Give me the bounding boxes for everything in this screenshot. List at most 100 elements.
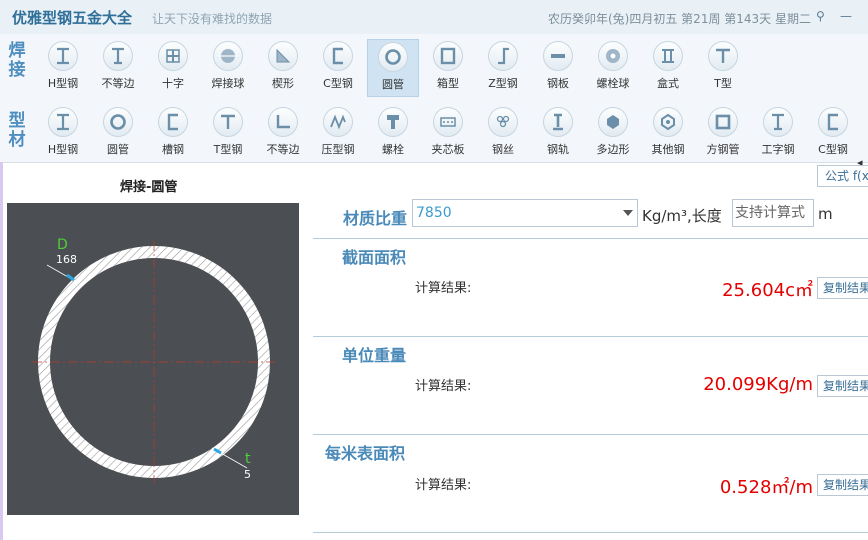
density-select[interactable]: 7850 — [412, 199, 638, 227]
tool-label: 螺栓 — [382, 143, 404, 156]
welded-tool-wedge[interactable]: 楔形 — [257, 39, 309, 97]
tube-cross-section-svg: D 168 t 5 — [32, 237, 275, 483]
tool-label: 钢轨 — [547, 143, 569, 156]
welded-tool-bolt-ball[interactable]: 螺栓球 — [587, 39, 639, 97]
profile-tool-polygon[interactable]: 多边形 — [587, 105, 639, 163]
profile-tool-wire[interactable]: 钢丝 — [477, 105, 529, 163]
date-info: 农历癸卯年(兔)四月初五 第21周 第143天 星期二 — [548, 12, 811, 26]
result-label-surface: 计算结果: — [415, 478, 472, 493]
pin-icon[interactable]: ⚲ — [816, 9, 825, 23]
sphere-icon — [213, 41, 243, 71]
density-label: 材质比重 — [343, 209, 408, 228]
section-divider — [313, 238, 868, 239]
tool-label: 螺栓球 — [596, 77, 630, 90]
section-title-surface: 每米表面积 — [325, 444, 406, 463]
tool-label: 压型钢 — [321, 143, 355, 156]
density-unit: Kg/m³,长度 — [642, 207, 722, 225]
h-beam-icon — [48, 41, 78, 71]
tool-label: 工字钢 — [761, 143, 795, 156]
angle-icon — [268, 107, 298, 137]
tool-label: 圆管 — [107, 143, 129, 156]
welded-tool-round-tube[interactable]: 圆管 — [367, 39, 419, 97]
cross-icon — [158, 41, 188, 71]
round-tube-icon — [103, 107, 133, 137]
welded-tool-box[interactable]: 箱型 — [422, 39, 474, 97]
drawing-title: 焊接-圆管 — [120, 180, 178, 195]
profile-tool-c-channel[interactable]: C型钢 — [807, 105, 859, 163]
profile-tool-other[interactable]: 其他钢 — [642, 105, 694, 163]
c-channel-icon — [323, 41, 353, 71]
tool-label: 盒式 — [657, 77, 679, 90]
welded-tool-i-beam[interactable]: 不等边 — [92, 39, 144, 97]
copy-result-area-button[interactable]: 复制结果 — [817, 277, 868, 299]
z-section-icon — [488, 41, 518, 71]
result-value-area: 25.604c㎡ — [722, 280, 813, 301]
i-beam-icon — [103, 41, 133, 71]
tool-label: H型钢 — [47, 77, 79, 90]
tool-label: 夹芯板 — [431, 143, 465, 156]
profile-tool-sandwich[interactable]: 夹芯板 — [422, 105, 474, 163]
welded-tool-t-section[interactable]: T型 — [697, 39, 749, 97]
welded-tool-box-double[interactable]: 盒式 — [642, 39, 694, 97]
tool-label: 钢板 — [547, 77, 569, 90]
profile-tool-corrugated[interactable]: 压型钢 — [312, 105, 364, 163]
i-beam-icon — [763, 107, 793, 137]
bolt-ball-icon — [598, 41, 628, 71]
profile-tool-h-beam[interactable]: H型钢 — [37, 105, 89, 163]
welded-tool-c-channel[interactable]: C型钢 — [312, 39, 364, 97]
tool-label: 圆管 — [382, 78, 404, 91]
length-unit: m — [818, 205, 833, 223]
square-tube-icon — [708, 107, 738, 137]
profile-tool-square-tube[interactable]: 方钢管 — [697, 105, 749, 163]
profile-tool-bolt[interactable]: 螺栓 — [367, 105, 419, 163]
profile-tool-rail[interactable]: 钢轨 — [532, 105, 584, 163]
diameter-symbol: D — [57, 237, 68, 253]
welded-tool-h-beam[interactable]: H型钢 — [37, 39, 89, 97]
row-label-profiles: 型材 — [8, 111, 26, 150]
app-slogan: 让天下没有难找的数据 — [152, 12, 273, 26]
section-divider — [313, 434, 868, 435]
diameter-value: 168 — [56, 253, 77, 266]
box-icon — [433, 41, 463, 71]
profile-tool-i-beam[interactable]: 工字钢 — [752, 105, 804, 163]
tool-label: 不等边 — [266, 143, 300, 156]
tool-label: 方钢管 — [706, 143, 740, 156]
tool-label: T型 — [714, 77, 732, 90]
diameter-marker — [66, 273, 75, 282]
welded-tool-cross[interactable]: 十字 — [147, 39, 199, 97]
c-channel-icon — [158, 107, 188, 137]
tool-label: C型钢 — [323, 77, 353, 90]
other-icon — [653, 107, 683, 137]
polygon-icon — [598, 107, 628, 137]
section-divider — [313, 336, 868, 337]
welded-tool-plate[interactable]: 钢板 — [532, 39, 584, 97]
title-bar: 优雅型钢五金大全 让天下没有难找的数据 农历癸卯年(兔)四月初五 第21周 第1… — [0, 0, 868, 35]
tool-label: Z型钢 — [488, 77, 518, 90]
formula-button[interactable]: 公式 f(x) — [817, 165, 868, 187]
profile-tool-c-channel[interactable]: 槽钢 — [147, 105, 199, 163]
welded-tool-z-section[interactable]: Z型钢 — [477, 39, 529, 97]
copy-result-weight-button[interactable]: 复制结果 — [817, 375, 868, 397]
copy-result-surface-button[interactable]: 复制结果 — [817, 474, 868, 496]
wedge-icon — [268, 41, 298, 71]
welded-tool-sphere[interactable]: 焊接球 — [202, 39, 254, 97]
tool-label: 箱型 — [437, 77, 459, 90]
wire-icon — [488, 107, 518, 137]
left-edge-strip — [0, 162, 3, 540]
t-section-icon — [213, 107, 243, 137]
result-label-area: 计算结果: — [415, 281, 472, 296]
minimize-icon[interactable]: — — [840, 9, 852, 23]
length-input[interactable] — [732, 199, 814, 227]
tool-label: C型钢 — [818, 143, 848, 156]
c-channel-icon — [818, 107, 848, 137]
chevron-down-icon[interactable] — [623, 210, 633, 216]
rail-icon — [543, 107, 573, 137]
app-title: 优雅型钢五金大全 — [12, 9, 133, 27]
profile-tool-t-section[interactable]: T型钢 — [202, 105, 254, 163]
bolt-icon — [378, 107, 408, 137]
profile-tool-round-tube[interactable]: 圆管 — [92, 105, 144, 163]
corrugated-icon — [323, 107, 353, 137]
profile-tool-angle[interactable]: 不等边 — [257, 105, 309, 163]
h-beam-icon — [48, 107, 78, 137]
round-tube-drawing: D 168 t 5 — [7, 203, 299, 515]
